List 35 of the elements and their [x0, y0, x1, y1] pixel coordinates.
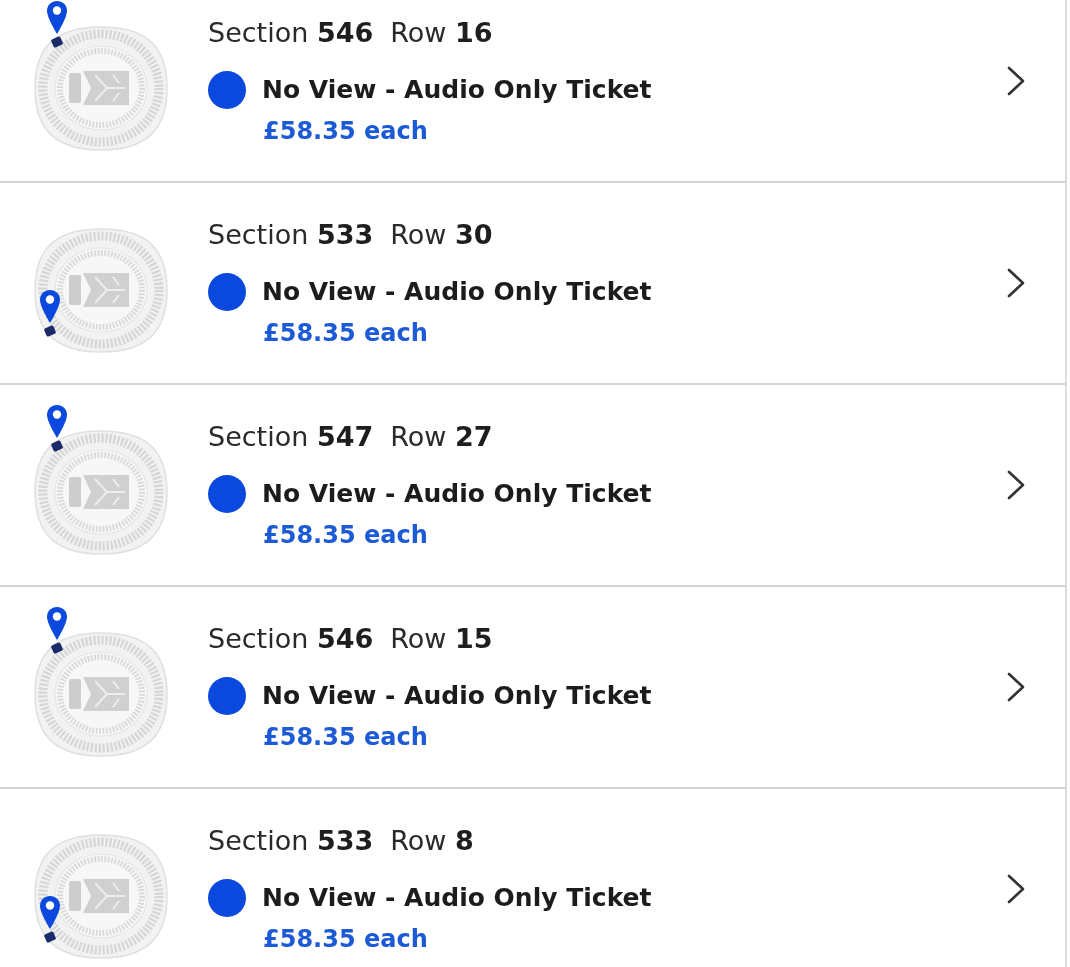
- ticket-listing[interactable]: Section 533 Row 30 No View - Audio Only Ticket £58.35 each: [0, 183, 1065, 385]
- ticket-type-label: No View - Audio Only Ticket: [262, 478, 652, 511]
- price-label: £58.35 each: [263, 924, 429, 954]
- stadium-map-icon: [33, 832, 169, 960]
- stadium-map-icon: [33, 226, 169, 354]
- price-label: £58.35 each: [263, 722, 429, 752]
- ticket-listing[interactable]: Section 546 Row 15 No View - Audio Only Ticket £58.35 each: [0, 587, 1065, 789]
- ticket-type-label: No View - Audio Only Ticket: [262, 882, 652, 915]
- section-label: Section 546: [208, 16, 374, 50]
- chevron-right-icon: [1007, 470, 1025, 500]
- ticket-listing[interactable]: Section 547 Row 27 No View - Audio Only Ticket £58.35 each: [0, 385, 1065, 587]
- ticket-listing[interactable]: Section 546 Row 16 No View - Audio Only Ticket £58.35 each: [0, 0, 1065, 183]
- chevron-right-icon: [1007, 672, 1025, 702]
- stadium-map-icon: [33, 428, 169, 556]
- price-label: £58.35 each: [263, 520, 429, 550]
- row-label: Row 16: [390, 16, 493, 50]
- ticket-type-label: No View - Audio Only Ticket: [262, 74, 652, 107]
- section-label: Section 533: [208, 824, 374, 858]
- section-label: Section 546: [208, 622, 374, 656]
- section-label: Section 533: [208, 218, 374, 252]
- ticket-type-label: No View - Audio Only Ticket: [262, 680, 652, 713]
- price-label: £58.35 each: [263, 318, 429, 348]
- chevron-right-icon: [1007, 66, 1025, 96]
- price-label: £58.35 each: [263, 116, 429, 146]
- row-label: Row 27: [390, 420, 493, 454]
- row-label: Row 8: [390, 824, 474, 858]
- ticket-type-label: No View - Audio Only Ticket: [262, 276, 652, 309]
- stadium-map-icon: [33, 630, 169, 758]
- row-label: Row 15: [390, 622, 493, 656]
- section-label: Section 547: [208, 420, 374, 454]
- stadium-map-icon: [33, 24, 169, 152]
- chevron-right-icon: [1007, 268, 1025, 298]
- ticket-listing[interactable]: Section 533 Row 8 No View - Audio Only Ticket £58.35 each: [0, 789, 1065, 967]
- row-label: Row 30: [390, 218, 493, 252]
- chevron-right-icon: [1007, 874, 1025, 904]
